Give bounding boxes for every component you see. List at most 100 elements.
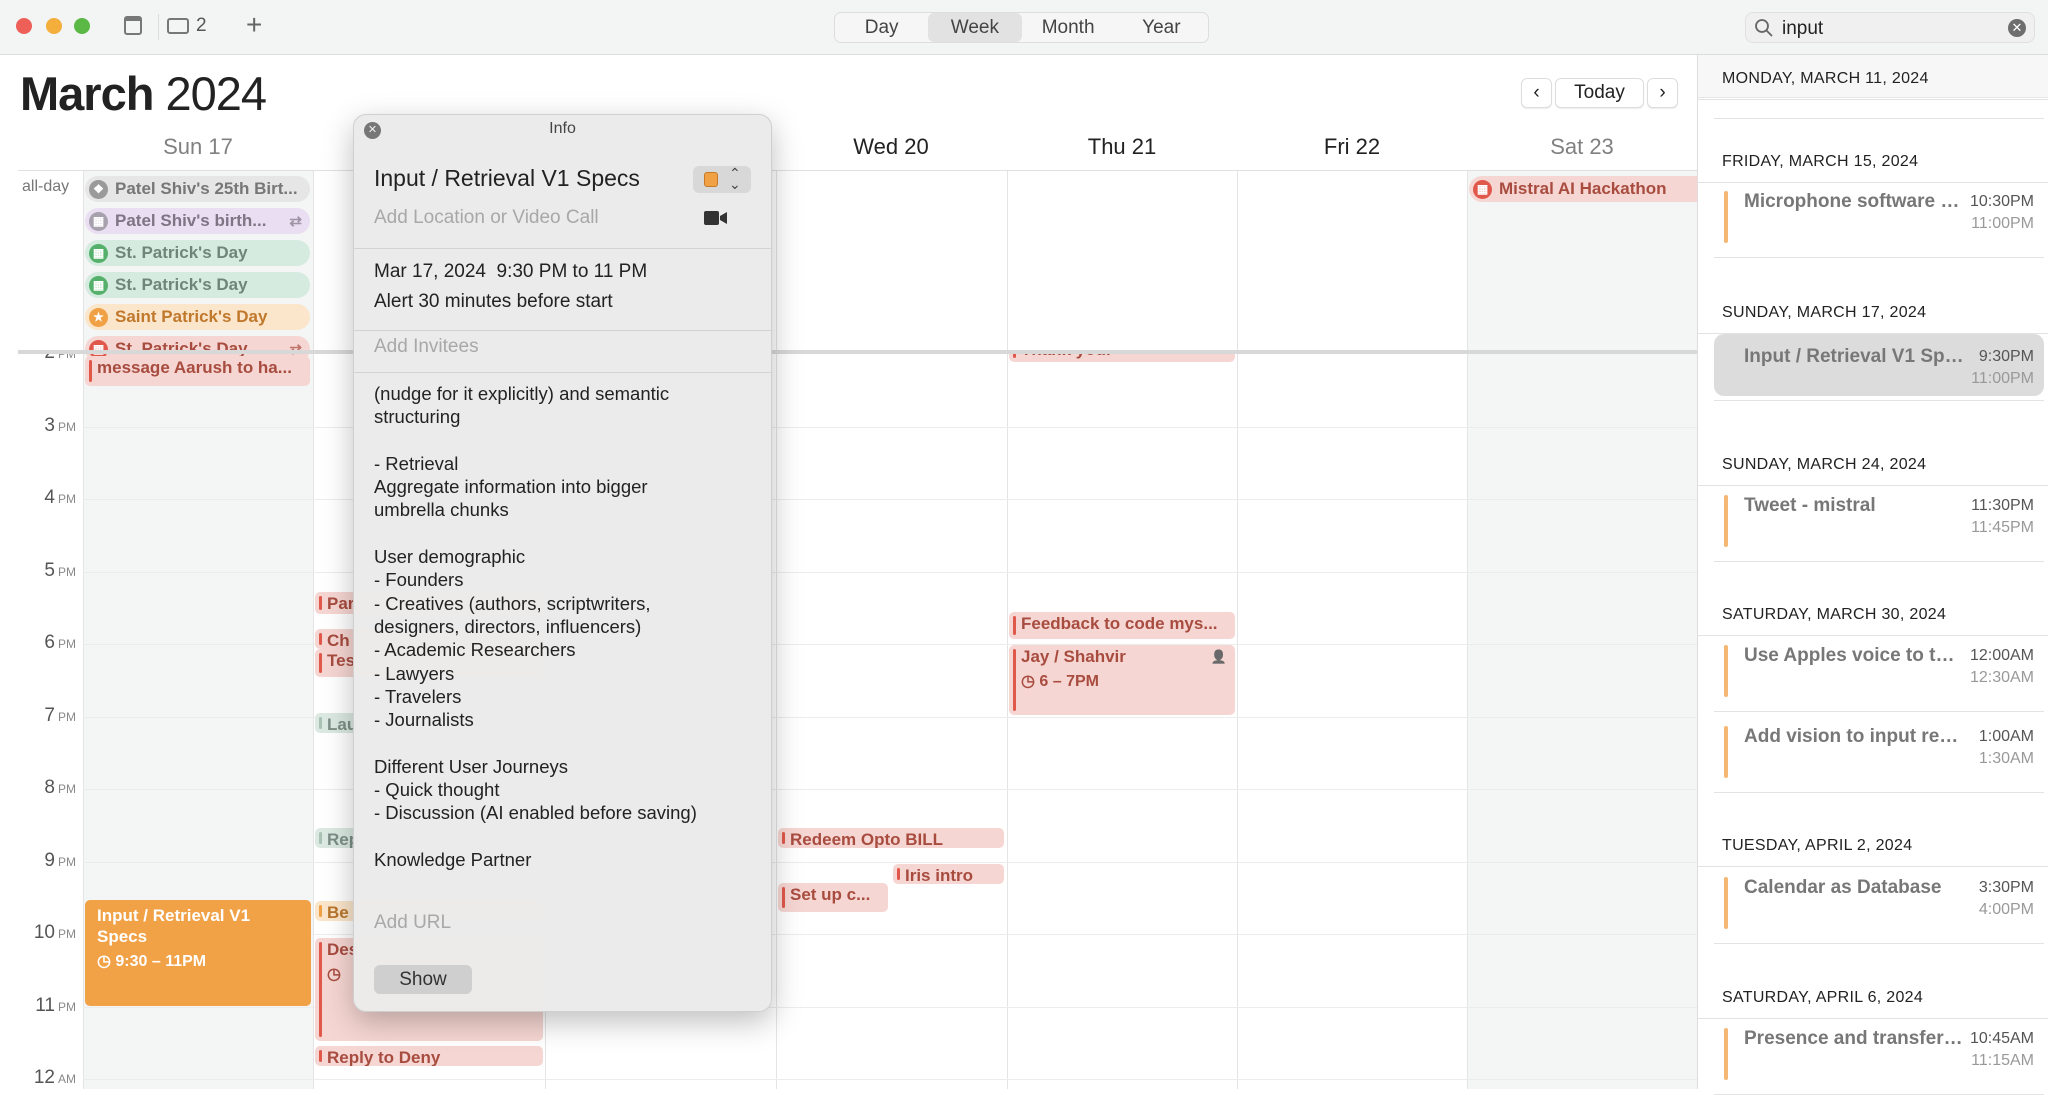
- invitee-pending-icon: 👤: [1210, 649, 1227, 664]
- result-date-header: SUNDAY, MARCH 17, 2024: [1722, 304, 1927, 321]
- search-result-item[interactable]: Use Apples voice to tex... 12:00AM 12:30AM: [1714, 633, 2044, 709]
- calendar-color-bar: [1724, 191, 1728, 243]
- calendar-event[interactable]: Input / Retrieval V1 Specs ◷ 9:30 – 11PM: [85, 900, 311, 1006]
- search-result-item[interactable]: Calendar as Database 3:30PM 4:00PM: [1714, 865, 2044, 941]
- all-day-event[interactable]: ▦ Patel Shiv's birth... ⇄: [85, 208, 310, 234]
- result-date-header: SATURDAY, MARCH 30, 2024: [1722, 606, 1947, 623]
- next-week-button[interactable]: ›: [1647, 78, 1678, 108]
- event-info-popover: ✕ Info Input / Retrieval V1 Specs ⌃ ⌄ Add…: [353, 114, 772, 1012]
- calendar-icon: ▦: [89, 243, 108, 263]
- calendar-event[interactable]: message Aarush to ha...: [85, 356, 310, 386]
- divider: [1714, 943, 2044, 944]
- tab-week[interactable]: Week: [928, 13, 1022, 42]
- all-day-event[interactable]: ▦ Mistral AI Hackathon: [1469, 176, 1697, 202]
- event-date-time[interactable]: Mar 17, 2024 9:30 PM to 11 PM: [374, 261, 647, 283]
- add-event-button[interactable]: +: [246, 9, 262, 41]
- all-day-label: all-day: [22, 178, 70, 195]
- calendar-event[interactable]: Redeem Opto BILL: [778, 828, 1004, 848]
- today-button[interactable]: Today: [1555, 78, 1644, 108]
- inbox-icon[interactable]: [167, 18, 189, 34]
- hour-period: PM: [58, 564, 76, 579]
- day-header[interactable]: Sun 17: [83, 134, 313, 160]
- result-end-time: 11:15AM: [1971, 1052, 2034, 1069]
- search-input[interactable]: input: [1782, 18, 1823, 40]
- hour-label: 7 PM: [0, 705, 76, 727]
- video-camera-icon[interactable]: [704, 210, 728, 226]
- hour-number: 3: [44, 414, 55, 436]
- calendar-color-bar: [1724, 495, 1728, 547]
- chevron-updown-icon: ⌃ ⌄: [729, 165, 741, 192]
- minimize-window-button[interactable]: [46, 18, 62, 34]
- divider: [354, 372, 771, 373]
- calendar-event[interactable]: Set up c...: [778, 883, 888, 912]
- close-window-button[interactable]: [16, 18, 32, 34]
- result-title: Presence and transfer o...: [1744, 1028, 1964, 1049]
- search-result-item[interactable]: Add vision to input retrie... 1:00AM 1:30A…: [1714, 714, 2044, 790]
- event-title: Mistral AI Hackathon: [1499, 179, 1667, 198]
- hour-label: 2PM: [0, 354, 76, 364]
- all-day-divider[interactable]: [18, 350, 1697, 354]
- event-notes[interactable]: (nudge for it explicitly) and semantic s…: [374, 382, 697, 871]
- invitees-field[interactable]: Add Invitees: [374, 336, 479, 358]
- hour-label: 5 PM: [0, 560, 76, 582]
- search-field[interactable]: input ✕: [1745, 12, 2035, 43]
- view-switcher: Day Week Month Year: [834, 12, 1209, 43]
- all-day-event[interactable]: ▦ St. Patrick's Day: [85, 272, 310, 298]
- calendar-color-bar: [1724, 645, 1728, 697]
- calendar-event[interactable]: Thank you.: [1009, 354, 1235, 362]
- divider: [354, 248, 771, 249]
- result-title: Add vision to input retrie...: [1744, 726, 1964, 747]
- day-header[interactable]: Wed 20: [776, 134, 1006, 160]
- event-title: Reply to Deny: [327, 1048, 441, 1066]
- tab-month[interactable]: Month: [1022, 13, 1115, 42]
- calendar-list-icon[interactable]: [124, 16, 142, 35]
- calendar-event[interactable]: Reply to Deny: [315, 1046, 543, 1066]
- event-title: Patel Shiv's birth...: [115, 211, 267, 230]
- show-button[interactable]: Show: [374, 965, 472, 994]
- result-title: Tweet - mistral: [1744, 495, 1876, 516]
- timed-grid: 2PM3PM4PM5PM6PM7PM8PM9PM10PM11PM12AMmess…: [0, 354, 1697, 1089]
- event-color-bar: [1013, 354, 1016, 358]
- result-end-time: 11:00PM: [1971, 370, 2034, 387]
- clear-search-icon[interactable]: ✕: [2008, 19, 2026, 37]
- zoom-window-button[interactable]: [74, 18, 90, 34]
- clock-icon: ◷: [97, 953, 116, 970]
- divider: [1714, 561, 2044, 562]
- all-day-event[interactable]: ▦ St. Patrick's Day: [85, 240, 310, 266]
- all-day-event[interactable]: ★ Saint Patrick's Day: [85, 304, 310, 330]
- day-header[interactable]: Fri 22: [1237, 134, 1467, 160]
- hour-period: PM: [58, 854, 76, 869]
- divider: [1714, 400, 2044, 401]
- event-title: Jay / Shahvir: [1021, 647, 1126, 666]
- search-result-item[interactable]: Presence and transfer o... 10:45AM 11:15AM: [1714, 1016, 2044, 1092]
- event-color-bar: [1013, 616, 1016, 635]
- previous-week-button[interactable]: ‹: [1521, 78, 1552, 108]
- location-field[interactable]: Add Location or Video Call: [374, 207, 599, 229]
- event-alert[interactable]: Alert 30 minutes before start: [374, 291, 613, 313]
- event-color-bar: [319, 942, 322, 1037]
- tab-day[interactable]: Day: [835, 13, 928, 42]
- event-title-field[interactable]: Input / Retrieval V1 Specs: [374, 165, 640, 192]
- hour-number: 6: [44, 632, 55, 653]
- hour-period: PM: [58, 419, 76, 434]
- search-result-item[interactable]: Tweet - mistral 11:30PM 11:45PM: [1714, 483, 2044, 559]
- search-result-item[interactable]: Microphone software a... 10:30PM 11:00PM: [1714, 179, 2044, 255]
- calendar-color-picker[interactable]: ⌃ ⌄: [693, 166, 751, 193]
- calendar-event[interactable]: Jay / Shahvir ◷ 6 – 7PM 👤: [1009, 645, 1235, 715]
- url-field[interactable]: Add URL: [374, 912, 451, 934]
- tab-year[interactable]: Year: [1115, 13, 1208, 42]
- divider: [1714, 118, 2044, 119]
- result-end-time: 4:00PM: [1978, 901, 2034, 918]
- day-header[interactable]: Thu 21: [1007, 134, 1237, 160]
- search-result-item[interactable]: Input / Retrieval V1 Specs 9:30PM 11:00PM: [1714, 334, 2044, 396]
- hour-number: 10: [33, 922, 55, 943]
- event-title: Redeem Opto BILL: [790, 830, 944, 848]
- calendar-event[interactable]: Feedback to code mys...: [1009, 612, 1235, 639]
- event-title: Input / Retrieval V1 Specs: [97, 906, 251, 946]
- event-title: Feedback to code mys...: [1021, 614, 1218, 633]
- hour-label: 12 AM: [0, 1067, 76, 1089]
- all-day-event[interactable]: ❖ Patel Shiv's 25th Birt...: [85, 176, 310, 202]
- calendar-event[interactable]: Iris intro: [893, 864, 1004, 884]
- day-header[interactable]: Sat 23: [1467, 134, 1697, 160]
- result-date-header: SUNDAY, MARCH 24, 2024: [1722, 456, 1927, 473]
